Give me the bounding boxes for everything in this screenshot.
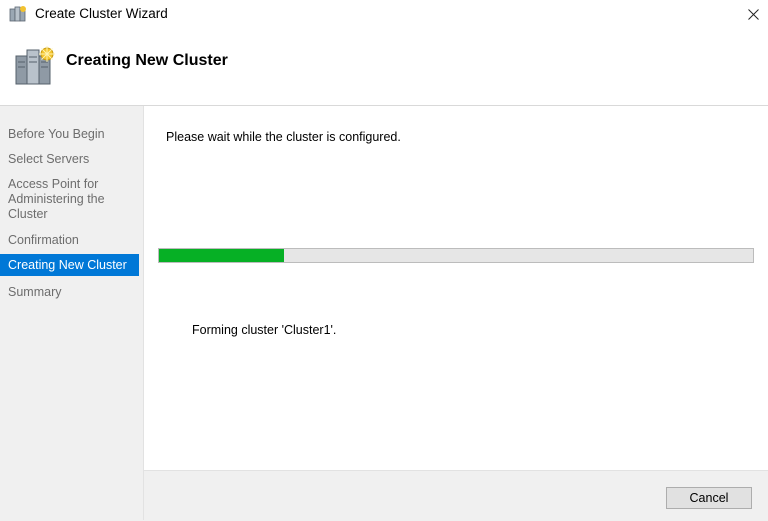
window-title: Create Cluster Wizard (35, 6, 168, 21)
title-bar: Create Cluster Wizard (0, 0, 768, 28)
progress-bar (158, 248, 754, 263)
progress-fill (159, 249, 284, 262)
status-text: Forming cluster 'Cluster1'. (192, 323, 337, 337)
cancel-button[interactable]: Cancel (666, 487, 752, 509)
wizard-content: Please wait while the cluster is configu… (144, 106, 768, 470)
step-summary: Summary (8, 285, 62, 299)
step-before-you-begin: Before You Begin (8, 127, 105, 141)
wizard-steps: Before You Begin Select Servers Access P… (0, 106, 144, 520)
step-access-point: Access Point for Administering the Clust… (8, 177, 105, 221)
step-select-servers: Select Servers (8, 152, 90, 166)
wizard-footer: Cancel (144, 470, 768, 521)
instruction-text: Please wait while the cluster is configu… (166, 130, 401, 144)
page-title: Creating New Cluster (66, 52, 228, 69)
step-creating-new-cluster: Creating New Cluster (0, 254, 139, 276)
wizard-header: Creating New Cluster (0, 28, 768, 106)
close-icon[interactable] (738, 0, 768, 28)
cluster-servers-icon (14, 44, 56, 88)
step-confirmation: Confirmation (8, 233, 79, 247)
cluster-icon (9, 5, 27, 23)
